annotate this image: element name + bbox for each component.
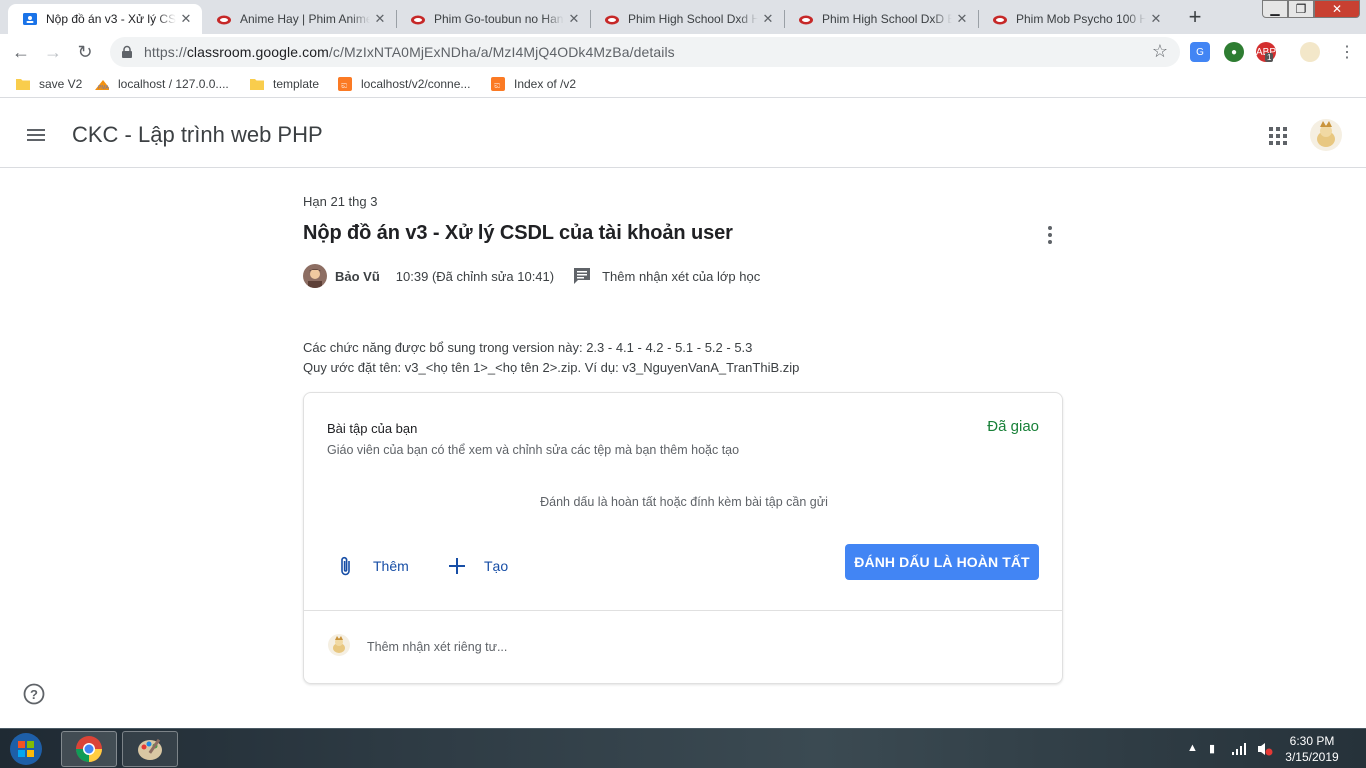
tab-gotoubun[interactable]: Phim Go-toubun no Hana ✕ [396, 4, 590, 34]
bookmark-save-v2[interactable]: save V2 [16, 76, 82, 92]
forward-button[interactable]: → [40, 39, 66, 65]
close-window-button[interactable]: ✕ [1314, 0, 1360, 18]
arrow-left-icon: ← [12, 41, 30, 62]
more-options-icon[interactable] [1040, 224, 1060, 246]
bookmarks-bar: save V2 PMA localhost / 127.0.0.... templ… [0, 70, 1366, 98]
assignment-description: Các chức năng được bổ sung trong version… [303, 340, 800, 375]
close-tab-icon[interactable]: ✕ [564, 11, 584, 27]
browser-menu-button[interactable]: ⋮ [1334, 39, 1360, 65]
browser-tab-strip: Nộp đồ án v3 - Xử lý CSDL ✕ Anime Hay | … [0, 0, 1366, 34]
svg-text:ಐ: ಐ [341, 80, 348, 91]
address-bar[interactable]: https://classroom.google.com/c/MzIxNTA0M… [110, 37, 1180, 67]
new-tab-button[interactable]: + [1181, 4, 1209, 29]
globe-extension-icon[interactable]: ● [1224, 42, 1244, 62]
translate-extension-icon[interactable]: G [1190, 42, 1210, 62]
comment-icon[interactable] [572, 266, 592, 286]
back-button[interactable]: ← [8, 39, 34, 65]
author-name: Bảo Vũ [335, 268, 380, 284]
kebab-menu-icon: ⋮ [1339, 44, 1355, 61]
action-center-icon[interactable]: ▮ [1209, 742, 1215, 755]
user-avatar [328, 634, 350, 656]
svg-text:ಐ: ಐ [494, 80, 501, 91]
your-work-subtitle: Giáo viên của bạn có thể xem và chỉnh sử… [327, 443, 740, 457]
tab-mob-psycho[interactable]: Phim Mob Psycho 100 H ✕ [978, 4, 1172, 34]
cloud-favicon-icon [992, 11, 1008, 27]
folder-icon [16, 77, 30, 91]
show-hidden-icons[interactable]: ▲ [1187, 742, 1198, 754]
bookmark-template[interactable]: template [250, 76, 319, 92]
private-comment-input[interactable]: Thêm nhận xét riêng tư... [367, 640, 507, 654]
plus-icon [446, 555, 468, 577]
assignment-title: Nộp đồ án v3 - Xử lý CSDL của tài khoản … [303, 222, 733, 244]
close-tab-icon[interactable]: ✕ [758, 11, 778, 27]
adblock-count-badge: 1 [1265, 53, 1274, 62]
create-button[interactable]: Tạo [446, 551, 508, 581]
folder-icon [250, 77, 264, 91]
profile-avatar-icon[interactable] [1300, 42, 1320, 62]
volume-muted-icon[interactable] [1257, 741, 1273, 757]
bookmark-localhost-conne[interactable]: ಐ localhost/v2/conne... [338, 76, 470, 92]
status-badge: Đã giao [987, 418, 1039, 435]
svg-text:?: ? [30, 687, 38, 702]
author-avatar [303, 264, 327, 288]
class-title[interactable]: CKC - Lập trình web PHP [72, 122, 323, 148]
svg-text:PMA: PMA [98, 85, 109, 90]
close-tab-icon[interactable]: ✕ [952, 11, 972, 27]
submit-hint: Đánh dấu là hoàn tất hoặc đính kèm bài t… [540, 495, 828, 509]
classroom-header: CKC - Lập trình web PHP [0, 102, 1366, 168]
url-text: https://classroom.google.com/c/MzIxNTA0M… [144, 44, 675, 60]
hamburger-menu-icon[interactable] [24, 123, 48, 147]
xampp-icon: ಐ [491, 77, 505, 91]
browser-toolbar: ← → ↻ https://classroom.google.com/c/MzI… [0, 34, 1366, 70]
minimize-button[interactable]: ▁ [1262, 0, 1288, 18]
reload-icon: ↻ [77, 41, 93, 62]
cloud-favicon-icon [216, 11, 232, 27]
due-date: Hạn 21 thg 3 [303, 194, 378, 209]
bookmark-localhost-pma[interactable]: PMA localhost / 127.0.0.... [95, 76, 229, 92]
arrow-right-icon: → [44, 41, 62, 62]
windows-taskbar: ▲ ▮ 6:30 PM 3/15/2019 [0, 728, 1366, 768]
phpmyadmin-icon: PMA [95, 77, 109, 91]
tab-classroom[interactable]: Nộp đồ án v3 - Xử lý CSDL ✕ [8, 4, 202, 34]
cloud-favicon-icon [604, 11, 620, 27]
reload-button[interactable]: ↻ [72, 39, 98, 65]
maximize-button[interactable]: ❐ [1288, 0, 1314, 18]
account-avatar[interactable] [1309, 118, 1343, 152]
paperclip-icon [335, 555, 357, 577]
system-clock[interactable]: 6:30 PM 3/15/2019 [1282, 733, 1342, 765]
chrome-icon [75, 736, 102, 763]
taskbar-paint[interactable] [122, 731, 178, 767]
add-class-comment-link[interactable]: Thêm nhận xét của lớp học [602, 269, 760, 284]
adblock-extension-icon[interactable]: ABP 1 [1256, 42, 1276, 62]
assignment-meta-row: Bảo Vũ 10:39 (Đã chỉnh sửa 10:41) Thêm n… [303, 263, 760, 289]
help-icon[interactable]: ? [23, 683, 45, 705]
google-apps-icon[interactable] [1269, 127, 1287, 145]
tab-anime-hay[interactable]: Anime Hay | Phim Anime ✕ [202, 4, 396, 34]
cloud-favicon-icon [798, 11, 814, 27]
xampp-icon: ಐ [338, 77, 352, 91]
paint-palette-icon [138, 738, 162, 760]
cloud-favicon-icon [410, 11, 426, 27]
add-attachment-button[interactable]: Thêm [335, 551, 409, 581]
bookmark-star-icon[interactable]: ☆ [1152, 41, 1168, 62]
mark-as-done-button[interactable]: ĐÁNH DẤU LÀ HOÀN TẤT [845, 544, 1039, 580]
start-button[interactable] [6, 731, 46, 767]
bookmark-index-of-v2[interactable]: ಐ Index of /v2 [491, 76, 576, 92]
card-divider [304, 610, 1062, 611]
classroom-icon [22, 11, 38, 27]
post-time: 10:39 (Đã chỉnh sửa 10:41) [395, 268, 555, 284]
your-work-title: Bài tập của bạn [327, 421, 418, 436]
your-work-card: Bài tập của bạn Đã giao Giáo viên của bạ… [303, 392, 1063, 684]
network-signal-icon[interactable] [1232, 743, 1248, 755]
tab-highschool-dxd-born[interactable]: Phim High School DxD BorN ✕ [784, 4, 978, 34]
taskbar-chrome[interactable] [61, 731, 117, 767]
tab-highschool-dxd-h[interactable]: Phim High School Dxd H ✕ [590, 4, 784, 34]
close-tab-icon[interactable]: ✕ [1146, 11, 1166, 27]
close-tab-icon[interactable]: ✕ [370, 11, 390, 27]
lock-icon [122, 45, 132, 58]
close-tab-icon[interactable]: ✕ [176, 11, 196, 27]
